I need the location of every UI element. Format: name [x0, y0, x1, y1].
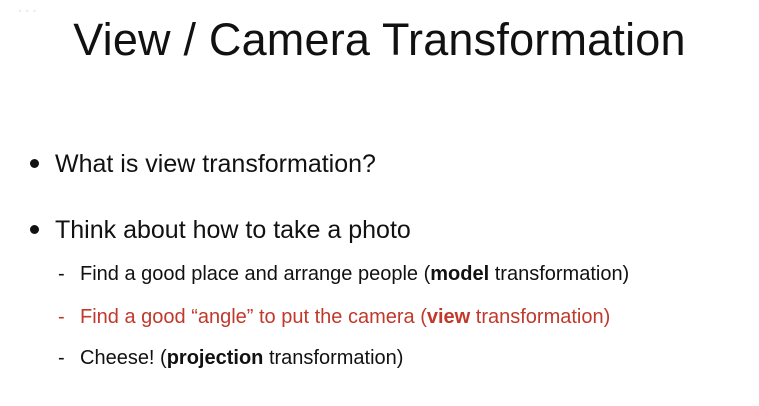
- sub-item-bold: projection: [166, 347, 264, 369]
- sub-item-bold: model: [430, 263, 490, 285]
- sub-item-bold: view: [426, 306, 471, 328]
- sub-item-text: transformation): [263, 347, 404, 369]
- sub-item-model: - Find a good place and arrange people (m…: [58, 263, 629, 286]
- bullet-dot-icon: [30, 158, 39, 168]
- slide: ... View / Camera Transformation What is…: [0, 0, 759, 406]
- dash-marker: -: [58, 306, 65, 328]
- sub-item-text: transformation): [470, 306, 611, 328]
- bullet-text: What is view transformation?: [55, 150, 376, 178]
- bullet-item: Think about how to take a photo: [30, 216, 411, 245]
- bullet-dot-icon: [30, 224, 39, 234]
- bullet-text: Think about how to take a photo: [55, 216, 411, 244]
- slide-title: View / Camera Transformation: [73, 14, 686, 65]
- sub-item-view: - Find a good “angle” to put the camera (…: [58, 306, 610, 329]
- sub-item-projection: - Cheese! (projection transformation): [58, 347, 403, 370]
- sub-item-text: Cheese! (: [80, 347, 167, 369]
- dash-marker: -: [58, 263, 65, 285]
- sub-item-text: transformation): [489, 263, 630, 285]
- bullet-item: What is view transformation?: [30, 150, 376, 179]
- dash-marker: -: [58, 347, 65, 369]
- sub-item-text: Find a good “angle” to put the camera (: [80, 306, 427, 328]
- sub-item-text: Find a good place and arrange people (: [80, 263, 431, 285]
